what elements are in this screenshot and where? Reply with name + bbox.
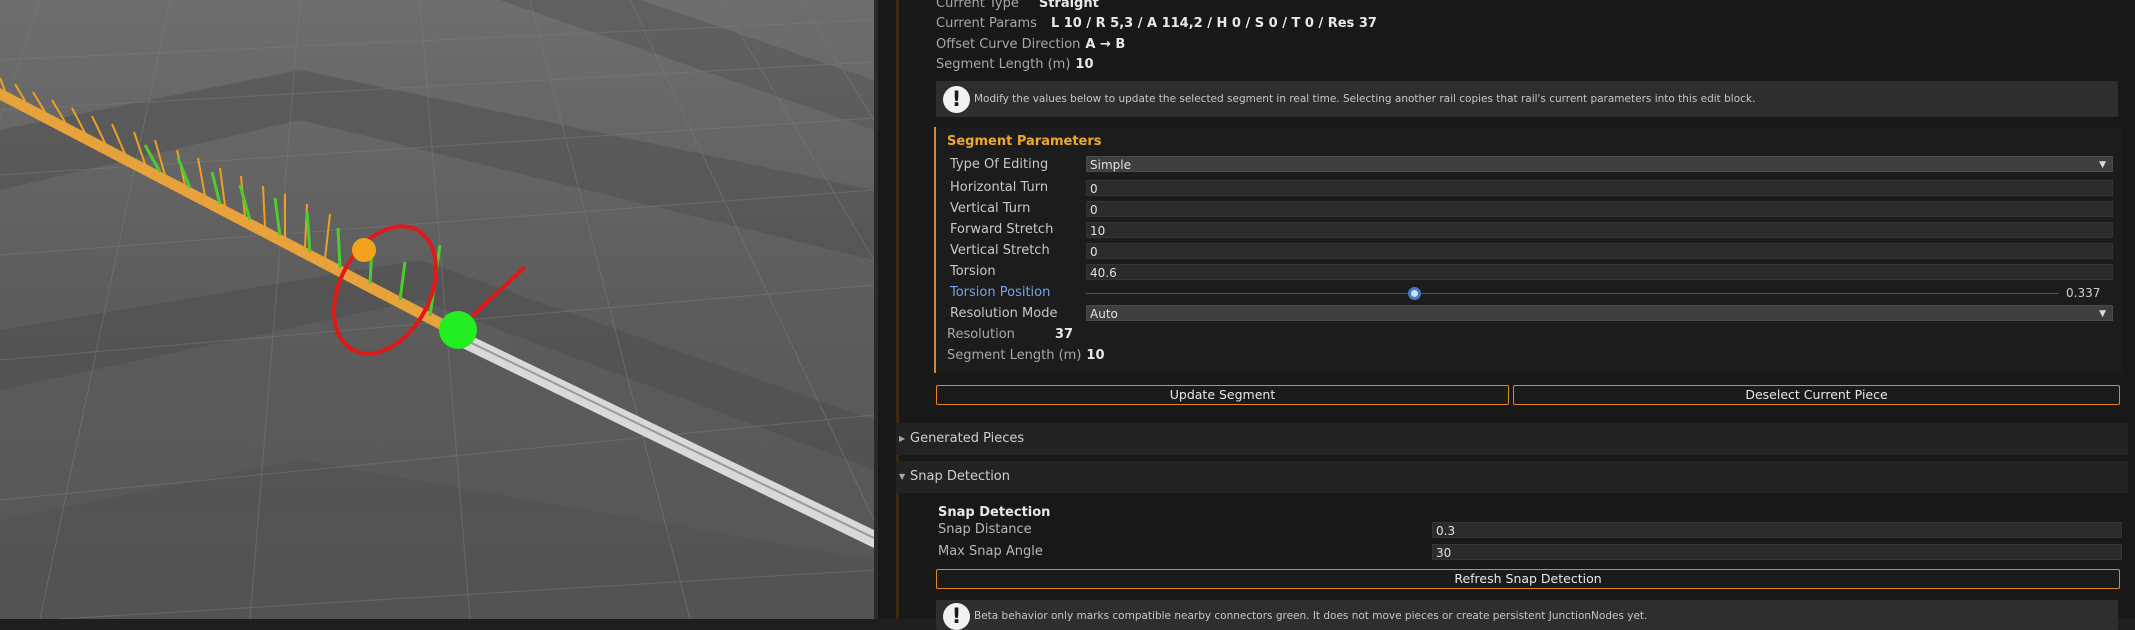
- beta-info-text: Beta behavior only marks compatible near…: [974, 610, 1648, 622]
- torsion-position-value: 0.337: [2066, 286, 2101, 300]
- forward-stretch-input[interactable]: 10: [1086, 222, 2113, 238]
- torsion-input[interactable]: 40.6: [1086, 264, 2113, 280]
- max-snap-angle-input[interactable]: 30: [1432, 544, 2122, 560]
- type-of-editing-value: Simple: [1090, 158, 1131, 172]
- resolution-mode-label: Resolution Mode: [950, 306, 1058, 321]
- edit-info-box: ! Modify the values below to update the …: [936, 81, 2118, 117]
- offset-direction-value: A → B: [1085, 37, 1126, 52]
- snap-detection-foldout[interactable]: ▼ Snap Detection: [896, 461, 2128, 493]
- offset-direction-row: Offset Curve Direction A → B: [936, 37, 1125, 53]
- section-indent-bar: [896, 0, 899, 619]
- snap-detection-section-title: Snap Detection: [938, 505, 1051, 520]
- torsion-position-label: Torsion Position: [950, 285, 1051, 300]
- resolution-mode-dropdown[interactable]: Auto ▼: [1086, 305, 2113, 321]
- torsion-position-slider-knob[interactable]: [1407, 287, 1421, 300]
- current-params-row: Current Params L 10 / R 5,3 / A 114,2 / H…: [936, 16, 1377, 32]
- vertical-stretch-label: Vertical Stretch: [950, 243, 1050, 258]
- resolution-value: 37: [1054, 327, 1074, 342]
- type-of-editing-dropdown[interactable]: Simple ▼: [1086, 156, 2113, 172]
- vertical-turn-label: Vertical Turn: [950, 201, 1031, 216]
- current-type-row: Current Type Straight: [936, 0, 1099, 12]
- dropdown-arrow-icon: ▼: [2099, 160, 2106, 170]
- horizontal-turn-label: Horizontal Turn: [950, 180, 1049, 195]
- exclamation-icon: !: [943, 86, 970, 113]
- current-params-value: L 10 / R 5,3 / A 114,2 / H 0 / S 0 / T 0…: [1050, 16, 1377, 31]
- vertical-stretch-input[interactable]: 0: [1086, 243, 2113, 259]
- param-segment-length-value: 10: [1086, 348, 1105, 363]
- offset-direction-label: Offset Curve Direction: [936, 37, 1081, 52]
- dropdown-arrow-icon: ▼: [2099, 309, 2106, 319]
- param-segment-length-row: Segment Length (m) 10: [947, 348, 1105, 364]
- connector-point-green[interactable]: [439, 311, 477, 349]
- torsion-position-slider[interactable]: [1086, 293, 2059, 294]
- resolution-row: Resolution 37: [947, 327, 1073, 343]
- segment-parameters-title: Segment Parameters: [947, 134, 1102, 149]
- vertical-turn-input[interactable]: 0: [1086, 201, 2113, 217]
- position-handle-yellow[interactable]: [352, 238, 376, 262]
- chevron-down-icon: ▼: [899, 472, 906, 481]
- current-type-label: Current Type: [936, 0, 1019, 11]
- snap-distance-input[interactable]: 0.3: [1432, 522, 2122, 538]
- segment-length-row: Segment Length (m) 10: [936, 57, 1094, 73]
- snap-detection-foldout-title: Snap Detection: [910, 469, 1010, 484]
- exclamation-icon: !: [943, 603, 970, 630]
- param-segment-length-label: Segment Length (m): [947, 348, 1082, 363]
- torsion-label: Torsion: [950, 264, 996, 279]
- resolution-mode-value: Auto: [1090, 307, 1118, 321]
- generated-pieces-title: Generated Pieces: [910, 431, 1025, 446]
- beta-info-box: ! Beta behavior only marks compatible ne…: [936, 600, 2118, 630]
- refresh-snap-detection-button[interactable]: Refresh Snap Detection: [936, 569, 2120, 589]
- deselect-current-piece-button[interactable]: Deselect Current Piece: [1513, 385, 2120, 405]
- max-snap-angle-label: Max Snap Angle: [938, 544, 1043, 559]
- update-segment-button[interactable]: Update Segment: [936, 385, 1509, 405]
- scene-viewport[interactable]: [0, 0, 874, 619]
- generated-pieces-foldout[interactable]: ▶ Generated Pieces: [896, 423, 2128, 455]
- segment-length-value: 10: [1075, 57, 1094, 72]
- resolution-label: Resolution: [947, 327, 1015, 342]
- current-params-label: Current Params: [936, 16, 1037, 31]
- type-of-editing-label: Type Of Editing: [950, 157, 1049, 172]
- segment-length-label: Segment Length (m): [936, 57, 1071, 72]
- horizontal-turn-input[interactable]: 0: [1086, 180, 2113, 196]
- current-type-value: Straight: [1038, 0, 1099, 11]
- forward-stretch-label: Forward Stretch: [950, 222, 1054, 237]
- snap-distance-label: Snap Distance: [938, 522, 1032, 537]
- scene-canvas[interactable]: [0, 0, 874, 619]
- chevron-right-icon: ▶: [899, 434, 906, 443]
- edit-info-text: Modify the values below to update the se…: [974, 93, 1756, 105]
